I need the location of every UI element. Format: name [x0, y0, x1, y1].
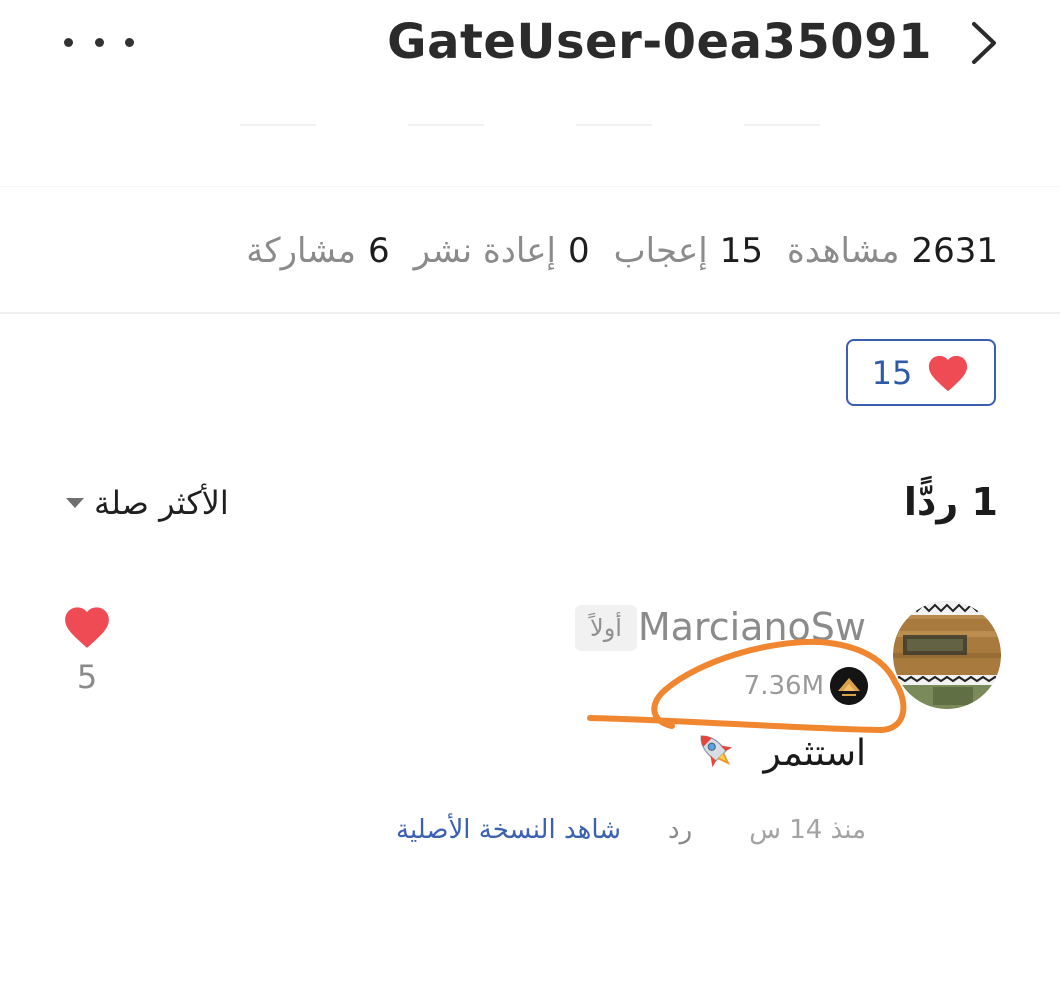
user-level-icon: [830, 667, 868, 705]
sort-dropdown[interactable]: الأكثر صلة: [66, 478, 229, 528]
more-dot: [125, 37, 134, 47]
views-label: مشاهدة: [786, 231, 900, 271]
divider: [576, 124, 652, 126]
caret-down-icon: [66, 498, 84, 508]
more-dot: [94, 37, 104, 47]
divider: [240, 124, 316, 126]
heart-icon: [929, 355, 968, 391]
divider: [744, 124, 820, 126]
comment-time: منذ 14 س: [749, 815, 866, 845]
post-stats: 2631 مشاهدة 15 إعجاب 0 إعادة نشر 6 مشارك…: [246, 222, 998, 280]
likes-count: 15: [719, 231, 763, 271]
like-count: 15: [871, 353, 913, 392]
comment-like-count: 5: [76, 658, 98, 696]
more-options-icon[interactable]: [64, 20, 134, 64]
heart-icon[interactable]: [62, 604, 112, 650]
likes-label: إعجاب: [613, 231, 708, 271]
shares-label: مشاركة: [246, 231, 356, 271]
more-dot: [64, 37, 73, 47]
rocket-icon: [700, 735, 733, 768]
shares-count: 6: [367, 231, 390, 271]
divider: [0, 312, 1060, 314]
chevron-right-icon[interactable]: [964, 18, 1004, 68]
first-badge: أولاً: [575, 605, 637, 651]
view-original-link[interactable]: شاهد النسخة الأصلية: [396, 810, 621, 850]
like-button[interactable]: 15: [846, 339, 996, 406]
reposts-label: إعادة نشر: [413, 231, 556, 271]
views-count: 2631: [911, 231, 998, 271]
divider: [408, 124, 484, 126]
page-title: GateUser-0ea35091: [387, 14, 932, 70]
reposts-count: 0: [568, 231, 590, 271]
avatar[interactable]: [893, 601, 1001, 709]
comment-text: استثمر: [763, 733, 866, 774]
divider: [0, 186, 1060, 187]
replies-count-title: 1 ردًّا: [903, 480, 998, 524]
reply-button[interactable]: رد: [668, 810, 692, 850]
follower-count: 7.36M: [743, 671, 824, 701]
comment-username[interactable]: MarcianoSw: [638, 602, 866, 652]
sort-label: الأكثر صلة: [94, 484, 229, 522]
